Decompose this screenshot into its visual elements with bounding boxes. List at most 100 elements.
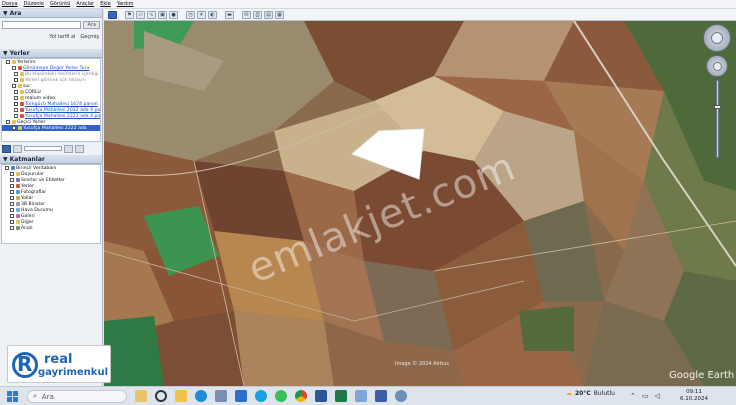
search-button[interactable]: Ara xyxy=(83,20,100,29)
file-explorer-icon[interactable] xyxy=(175,390,187,402)
placemark-icon xyxy=(19,114,24,118)
ruler-icon[interactable]: ▬ xyxy=(225,10,234,19)
word-icon[interactable] xyxy=(315,390,327,402)
list-view-button[interactable] xyxy=(13,144,22,153)
menu-help[interactable]: Yardım xyxy=(117,1,134,7)
layers-item[interactable]: Arazi xyxy=(2,225,100,231)
email-icon[interactable]: ✉ xyxy=(242,10,251,19)
checkbox-icon[interactable] xyxy=(14,102,18,106)
zoom-slider[interactable] xyxy=(714,80,721,158)
checkbox-icon[interactable] xyxy=(14,72,18,76)
layers-tree: Birincil Veritabanı Duyurular Sınırlar ve … xyxy=(1,164,101,244)
google-earth-window: Dosya Düzenle Görüntü Araçlar Ekle Yardı… xyxy=(0,0,736,386)
menu-file[interactable]: Dosya xyxy=(2,1,18,7)
layer-icon xyxy=(15,196,20,200)
network-icon[interactable]: ▭ xyxy=(642,392,649,400)
checkbox-icon[interactable] xyxy=(10,184,14,188)
checkbox-icon[interactable] xyxy=(12,126,16,130)
sidebar-toggle-icon[interactable] xyxy=(108,10,117,19)
maps-icon[interactable]: ▦ xyxy=(275,10,284,19)
search-input[interactable] xyxy=(2,20,82,29)
clock[interactable]: 09:11 6.10.2024 xyxy=(680,389,708,403)
checkbox-icon[interactable] xyxy=(10,172,14,176)
path-icon[interactable]: ∿ xyxy=(147,10,156,19)
checkbox-icon[interactable] xyxy=(14,114,18,118)
zoom-knob[interactable] xyxy=(714,105,721,109)
checkbox-icon[interactable] xyxy=(14,96,18,100)
checkbox-icon[interactable] xyxy=(6,120,10,124)
google-earth-taskbar-icon[interactable] xyxy=(395,390,407,402)
search-panel-header[interactable]: ▼ Ara xyxy=(0,9,102,18)
app-icon[interactable] xyxy=(375,390,387,402)
search-results xyxy=(0,42,102,49)
history-imagery-icon[interactable]: ◷ xyxy=(186,10,195,19)
collapse-arrow-icon[interactable]: ▼ xyxy=(3,10,8,17)
checkbox-icon[interactable] xyxy=(5,166,9,170)
checkbox-icon[interactable] xyxy=(10,178,14,182)
compass-icon[interactable] xyxy=(703,24,731,52)
checkbox-icon[interactable] xyxy=(12,66,16,70)
search-places-button[interactable] xyxy=(2,144,11,153)
store-icon[interactable] xyxy=(215,390,227,402)
up-button[interactable] xyxy=(64,144,73,153)
save-image-icon[interactable]: ▤ xyxy=(264,10,273,19)
task-view-icon[interactable] xyxy=(135,390,147,402)
map-view[interactable]: emlakjet.com Image © 2024 Airbus Google … xyxy=(104,21,736,386)
checkbox-icon[interactable] xyxy=(10,190,14,194)
opacity-slider[interactable] xyxy=(24,146,62,151)
windows-start-icon[interactable] xyxy=(7,391,18,402)
places-item-label: sur xyxy=(23,83,31,89)
overlay-icon[interactable]: ▣ xyxy=(158,10,167,19)
menu-add[interactable]: Ekle xyxy=(100,1,111,7)
checkbox-icon[interactable] xyxy=(12,84,16,88)
chevron-up-icon[interactable]: ⌃ xyxy=(630,392,636,400)
layers-panel-header[interactable]: ▼ Katmanlar xyxy=(0,155,102,164)
layer-icon xyxy=(15,226,20,230)
mail-icon[interactable] xyxy=(235,390,247,402)
places-item-label: Yerleri görmek için tıklayın xyxy=(25,77,86,83)
checkbox-icon[interactable] xyxy=(10,202,14,206)
history-link[interactable]: Geçmiş xyxy=(80,34,99,40)
checkbox-icon[interactable] xyxy=(14,90,18,94)
checkbox-icon[interactable] xyxy=(14,108,18,112)
weather-widget[interactable]: ☁ 20°C Bulutlu xyxy=(566,390,615,397)
photos-icon[interactable] xyxy=(355,390,367,402)
checkbox-icon[interactable] xyxy=(14,78,18,82)
layers-item-label: Duyurular xyxy=(21,171,44,177)
places-item[interactable]: Yusufça Mahallesi 2222 ada xyxy=(2,125,100,131)
places-item-label: Görülmeye Değer Yerler Turu xyxy=(23,65,90,71)
look-joystick-icon[interactable] xyxy=(706,55,728,77)
layers-item-label: Fotoğraflar xyxy=(21,189,47,195)
polygon-icon[interactable]: ▱ xyxy=(136,10,145,19)
skype-icon[interactable] xyxy=(255,390,267,402)
volume-icon[interactable]: ◁ xyxy=(655,392,660,400)
taskbar-search[interactable]: ⌕ Ara xyxy=(27,390,127,403)
checkbox-icon[interactable] xyxy=(10,226,14,230)
circle-app-icon[interactable] xyxy=(155,390,167,402)
placemark-icon[interactable]: ⚑ xyxy=(125,10,134,19)
tour-icon[interactable]: ● xyxy=(169,10,178,19)
checkbox-icon[interactable] xyxy=(6,60,10,64)
layer-icon xyxy=(15,214,20,218)
down-button[interactable] xyxy=(75,144,84,153)
directions-link[interactable]: Yol tarifi al xyxy=(49,34,75,40)
edge-icon[interactable] xyxy=(195,390,207,402)
sun-icon[interactable]: ☀ xyxy=(197,10,206,19)
checkbox-icon[interactable] xyxy=(10,220,14,224)
checkbox-icon[interactable] xyxy=(10,196,14,200)
collapse-arrow-icon[interactable]: ▼ xyxy=(3,156,8,163)
checkbox-icon[interactable] xyxy=(10,214,14,218)
places-panel-header[interactable]: ▼ Yerler xyxy=(0,49,102,58)
chrome-icon[interactable] xyxy=(295,390,307,402)
excel-icon[interactable] xyxy=(335,390,347,402)
planets-icon[interactable]: ◐ xyxy=(208,10,217,19)
print-icon[interactable]: ⎙ xyxy=(253,10,262,19)
menu-edit[interactable]: Düzenle xyxy=(24,1,44,7)
whatsapp-icon[interactable] xyxy=(275,390,287,402)
collapse-arrow-icon[interactable]: ▼ xyxy=(3,50,8,57)
layers-panel-title: Katmanlar xyxy=(9,155,45,163)
checkbox-icon[interactable] xyxy=(10,208,14,212)
menu-view[interactable]: Görüntü xyxy=(50,1,70,7)
folder-icon xyxy=(19,90,24,94)
menu-tools[interactable]: Araçlar xyxy=(76,1,94,7)
